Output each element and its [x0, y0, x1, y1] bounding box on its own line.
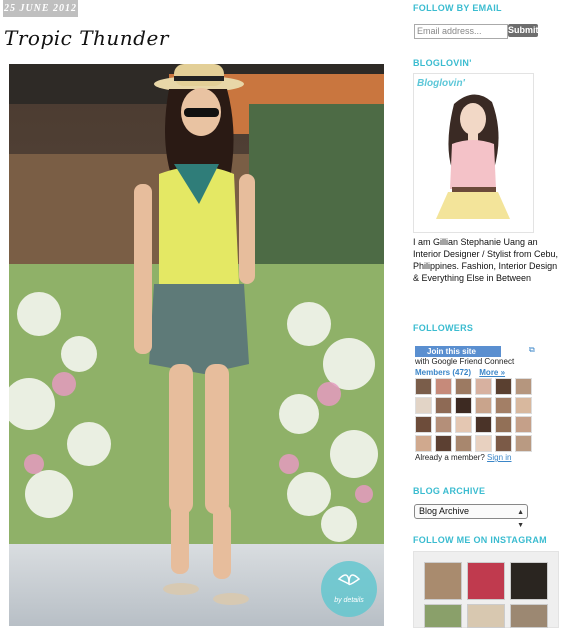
blog-archive-select[interactable]: Blog Archive ▲ ▼ — [414, 504, 528, 529]
instagram-thumbnail[interactable] — [424, 562, 462, 600]
member-avatar[interactable] — [515, 416, 532, 433]
member-avatar[interactable] — [435, 397, 452, 414]
illustration-image — [436, 94, 510, 219]
member-avatar[interactable] — [475, 378, 492, 395]
instagram-thumbnail[interactable] — [510, 562, 548, 600]
member-avatar[interactable] — [495, 397, 512, 414]
instagram-thumbnail[interactable] — [467, 604, 505, 628]
sign-in-link[interactable]: Sign in — [487, 453, 511, 462]
select-arrows-icon: ▲ ▼ — [517, 509, 524, 529]
member-avatar[interactable] — [435, 435, 452, 452]
member-avatar[interactable] — [475, 435, 492, 452]
member-avatar[interactable] — [475, 416, 492, 433]
post-photo[interactable]: by details — [9, 64, 384, 626]
email-submit-button[interactable]: Submit — [508, 24, 539, 37]
archive-selected-value: Blog Archive — [419, 506, 470, 516]
email-input[interactable]: Email address... — [414, 24, 508, 39]
gfc-with-text: with Google Friend Connect — [415, 357, 515, 366]
bloglovin-badge[interactable]: Bloglovin' — [413, 73, 534, 233]
bloglovin-heading: BLOGLOVIN' — [413, 58, 472, 68]
blog-archive-heading: BLOG ARCHIVE — [413, 486, 486, 496]
join-site-label: Join this site — [427, 347, 476, 356]
instagram-thumbnail[interactable] — [467, 562, 505, 600]
member-avatar[interactable] — [495, 378, 512, 395]
expand-icon[interactable]: ⧉ — [529, 345, 535, 355]
instagram-thumbnail[interactable] — [424, 604, 462, 628]
member-avatar[interactable] — [515, 397, 532, 414]
member-avatar[interactable] — [515, 378, 532, 395]
join-site-button[interactable]: Join this site — [415, 346, 501, 357]
member-avatar[interactable] — [415, 378, 432, 395]
already-member-text: Already a member? — [415, 453, 485, 462]
post-date-badge: 25 JUNE 2012 — [3, 0, 78, 17]
member-avatar[interactable] — [435, 378, 452, 395]
member-avatar[interactable] — [415, 397, 432, 414]
instagram-heading: FOLLOW ME ON INSTAGRAM — [413, 535, 547, 545]
members-row: Members (472) More » — [415, 368, 505, 377]
member-avatar[interactable] — [435, 416, 452, 433]
member-avatar[interactable] — [495, 435, 512, 452]
blogger-bio: I am Gillian Stephanie Uang an Interior … — [413, 237, 559, 283]
member-avatar[interactable] — [495, 416, 512, 433]
followers-heading: FOLLOWERS — [413, 323, 474, 333]
members-more-link[interactable]: More » — [479, 368, 505, 377]
member-avatar[interactable] — [455, 435, 472, 452]
follow-email-heading: FOLLOW BY EMAIL — [413, 3, 502, 13]
already-member-row: Already a member? Sign in — [415, 453, 512, 462]
post-title[interactable]: Tropic Thunder — [4, 26, 169, 50]
member-avatar[interactable] — [475, 397, 492, 414]
member-avatar[interactable] — [415, 416, 432, 433]
member-avatar[interactable] — [415, 435, 432, 452]
member-avatar[interactable] — [515, 435, 532, 452]
member-avatar[interactable] — [455, 397, 472, 414]
member-avatar[interactable] — [455, 416, 472, 433]
members-count: Members (472) — [415, 368, 472, 377]
member-avatar[interactable] — [455, 378, 472, 395]
instagram-thumbnail[interactable] — [510, 604, 548, 628]
watermark-text: by details — [334, 597, 364, 604]
outfit-photo-image: by details — [9, 64, 384, 626]
instagram-feed — [413, 551, 559, 628]
